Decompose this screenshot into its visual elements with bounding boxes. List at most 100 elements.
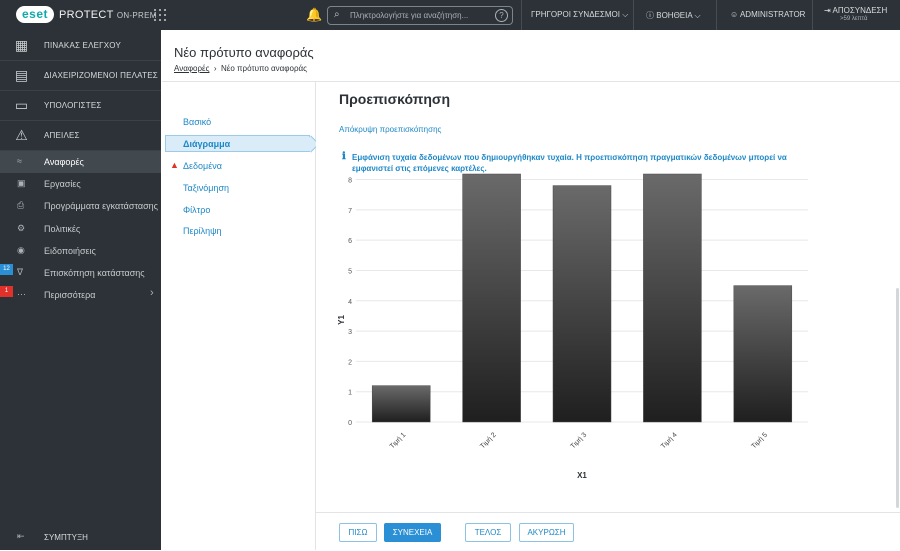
- divider: [812, 0, 813, 30]
- step-basic[interactable]: Βασικό: [183, 117, 211, 127]
- user-label: ADMINISTRATOR: [739, 10, 806, 19]
- bar: [733, 285, 793, 423]
- y-tick-label: 1: [348, 390, 352, 397]
- step-chart[interactable]: Διάγραμμα: [165, 135, 320, 153]
- logout-timer: >59 λεπτά: [840, 16, 868, 22]
- sidebar-item-policies[interactable]: ⚙ Πολιτικές: [0, 218, 161, 240]
- building-icon: ▤: [14, 67, 29, 83]
- hide-preview-link[interactable]: Απόκρυψη προεπισκόπησης: [339, 125, 441, 134]
- step-sorting[interactable]: Ταξινόμηση: [183, 183, 229, 193]
- sidebar-item-threats[interactable]: ⚠ ΑΠΕΙΛΕΣ: [0, 120, 161, 151]
- tasks-icon: ▣: [17, 178, 26, 188]
- sidebar-item-label: ΥΠΟΛΟΓΙΣΤΕΣ: [44, 101, 102, 110]
- sidebar-item-reports[interactable]: ≈ Αναφορές: [0, 151, 161, 173]
- breadcrumb-current: Νέο πρότυπο αναφοράς: [221, 64, 307, 73]
- sidebar-item-more[interactable]: ⋯ Περισσότερα ›: [0, 284, 161, 306]
- sidebar-item-managed-clients[interactable]: ▤ ΔΙΑΧΕΙΡΙΖΟΜΕΝΟΙ ΠΕΛΑΤΕΣ: [0, 60, 161, 91]
- divider: [633, 0, 634, 30]
- warning-icon: ▲: [170, 160, 179, 170]
- sidebar-item-label: Ειδοποιήσεις: [44, 246, 96, 256]
- step-chart-label: Διάγραμμα: [183, 139, 231, 149]
- x-tick-label: Τιμή 1: [389, 432, 408, 451]
- collapse-button[interactable]: ⇤ ΣΥΜΠΤΥΞΗ: [0, 526, 161, 550]
- page-title: Νέο πρότυπο αναφοράς: [174, 45, 314, 60]
- apps-grid-icon[interactable]: [154, 9, 166, 21]
- y-tick-label: 6: [348, 238, 352, 245]
- sidebar-item-installers[interactable]: ⎙ Προγράμματα εγκατάστασης: [0, 195, 161, 217]
- sidebar-item-label: Αναφορές: [44, 157, 84, 167]
- sidebar-item-label: Προγράμματα εγκατάστασης: [44, 201, 158, 211]
- notification-bell-icon[interactable]: 🔔: [306, 7, 322, 23]
- finish-button[interactable]: ΤΕΛΟΣ: [465, 523, 511, 542]
- breadcrumb-separator-icon: ›: [211, 64, 219, 73]
- cancel-button[interactable]: ΑΚΥΡΩΣΗ: [519, 523, 574, 542]
- logout-icon: ⇥: [824, 6, 831, 15]
- bar: [371, 385, 431, 423]
- y-tick-label: 7: [348, 208, 352, 215]
- sidebar-item-label: ΔΙΑΧΕΙΡΙΖΟΜΕΝΟΙ ΠΕΛΑΤΕΣ: [44, 71, 158, 80]
- eset-logo[interactable]: eset: [16, 6, 54, 23]
- warning-icon: ⚠: [15, 127, 28, 143]
- bar: [643, 173, 702, 423]
- y-tick-label: 5: [348, 268, 352, 275]
- installers-icon: ⎙: [17, 200, 25, 210]
- bar: [462, 173, 521, 423]
- product-suffix: ON-PREM: [116, 11, 157, 20]
- sidebar-item-label: Πολιτικές: [44, 224, 81, 234]
- sidebar-item-dashboard[interactable]: ▦ ΠΙΝΑΚΑΣ ΕΛΕΓΧΟΥ: [0, 30, 161, 61]
- sidebar: ▦ ΠΙΝΑΚΑΣ ΕΛΕΓΧΟΥ ▤ ΔΙΑΧΕΙΡΙΖΟΜΕΝΟΙ ΠΕΛΑ…: [0, 30, 161, 550]
- dashboard-icon: ▦: [14, 37, 29, 53]
- reports-icon: ≈: [17, 156, 22, 166]
- continue-button[interactable]: ΣΥΝΕΧΕΙΑ: [384, 523, 441, 542]
- notifications-icon: ◉: [17, 245, 25, 255]
- scrollbar[interactable]: [896, 288, 899, 508]
- wizard-footer: ΠΙΣΩ ΣΥΝΕΧΕΙΑ ΤΕΛΟΣ ΑΚΥΡΩΣΗ: [316, 512, 900, 551]
- collapse-icon: ⇤: [17, 531, 25, 541]
- help-label: ΒΟΗΘΕΙΑ: [656, 11, 693, 20]
- sidebar-item-computers[interactable]: ▭ ΥΠΟΛΟΓΙΣΤΕΣ: [0, 90, 161, 121]
- chevron-down-icon: ⌵: [694, 11, 701, 20]
- y-tick-label: 3: [348, 329, 352, 336]
- search-help-icon[interactable]: ?: [495, 9, 508, 22]
- x-tick-label: Τιμή 4: [660, 432, 679, 451]
- search-input[interactable]: ⌕ Πληκτρολογήστε για αναζήτηση... ?: [327, 6, 513, 25]
- wizard-steps: Βασικό Διάγραμμα ▲ Δεδομένα Ταξινόμηση Φ…: [162, 82, 320, 550]
- preview-title: Προεπισκόπηση: [339, 91, 451, 107]
- top-bar: eset PROTECT ON-PREM 🔔 ⌕ Πληκτρολογήστε …: [0, 0, 900, 30]
- sidebar-item-tasks[interactable]: ▣ Εργασίες: [0, 173, 161, 195]
- quick-links-label: ΓΡΗΓΟΡΟΙ ΣΥΝΔΕΣΜΟΙ: [531, 10, 620, 19]
- quick-links-menu[interactable]: ΓΡΗΓΟΡΟΙ ΣΥΝΔΕΣΜΟΙ ⌵: [531, 10, 628, 20]
- more-icon: ⋯: [17, 289, 26, 299]
- step-filter[interactable]: Φίλτρο: [183, 205, 210, 215]
- x-tick-label: Τιμή 5: [750, 432, 769, 451]
- collapse-label: ΣΥΜΠΤΥΞΗ: [44, 533, 88, 542]
- logout-button[interactable]: ⇥ ΑΠΟΣΥΝΔΕΣΗ: [824, 6, 887, 15]
- breadcrumb-reports-link[interactable]: Αναφορές: [174, 64, 209, 73]
- user-menu[interactable]: ☺ ADMINISTRATOR: [730, 10, 805, 19]
- breadcrumb: Αναφορές › Νέο πρότυπο αναφοράς: [174, 64, 307, 73]
- y-tick-label: 2: [348, 359, 352, 366]
- sidebar-item-status-overview[interactable]: ∇ Επισκόπηση κατάστασης: [0, 262, 161, 284]
- help-icon: ⓘ: [646, 11, 654, 20]
- sidebar-item-notifications[interactable]: ◉ Ειδοποιήσεις: [0, 240, 161, 262]
- info-line-1: Εμφάνιση τυχαία δεδομένων που δημιουργήθ…: [352, 153, 787, 162]
- x-tick-label: Τιμή 2: [479, 432, 498, 451]
- back-button[interactable]: ΠΙΣΩ: [339, 523, 377, 542]
- product-label: PROTECT: [59, 9, 114, 21]
- y-tick-label: 0: [348, 420, 352, 427]
- sidebar-item-label: Περισσότερα: [44, 290, 96, 300]
- search-icon: ⌕: [334, 9, 340, 20]
- y-axis-label: Y1: [337, 315, 346, 325]
- sidebar-item-label: ΑΠΕΙΛΕΣ: [44, 131, 80, 140]
- preview-bar-chart: 0 1 2 3 4 5 6 7 8 Τιμή 1 Τιμή 2 Τιμή 3 Τιμή 4 Τιμή 5 X…: [337, 173, 808, 480]
- chevron-down-icon: ⌵: [622, 10, 629, 19]
- help-menu[interactable]: ⓘ ΒΟΗΘΕΙΑ ⌵: [646, 10, 701, 21]
- step-summary[interactable]: Περίληψη: [183, 226, 222, 236]
- sidebar-item-label: Επισκόπηση κατάστασης: [44, 268, 145, 278]
- chevron-right-icon: ›: [150, 287, 154, 299]
- step-data[interactable]: Δεδομένα: [183, 161, 222, 171]
- y-tick-label: 4: [348, 299, 352, 306]
- divider: [716, 0, 717, 30]
- sidebar-item-label: ΠΙΝΑΚΑΣ ΕΛΕΓΧΟΥ: [44, 41, 122, 50]
- y-tick-label: 8: [348, 178, 352, 185]
